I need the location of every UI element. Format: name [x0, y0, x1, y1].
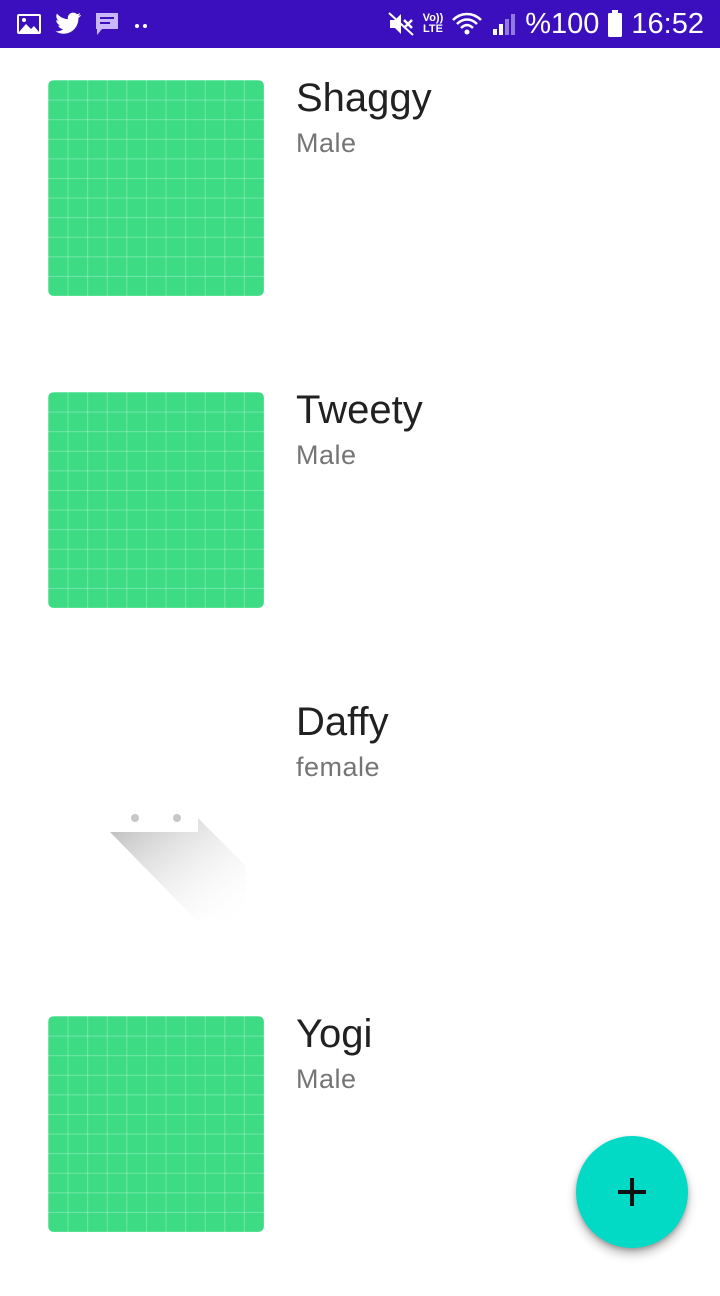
item-name: Shaggy: [296, 76, 432, 120]
more-dots-icon: [132, 12, 152, 36]
green-grid-thumbnail: [48, 80, 264, 296]
plus-icon: [618, 1178, 646, 1206]
battery-percent: %100: [525, 8, 600, 40]
green-grid-thumbnail: [48, 392, 264, 608]
system-icons: Vo)) LTE %100 16:52: [379, 6, 704, 42]
item-gender: Male: [296, 1064, 357, 1094]
character-list: Shaggy Male Tweety Male Daffy female Yog…: [0, 48, 720, 1280]
item-name: Yogi: [296, 1012, 373, 1056]
wifi-icon: [451, 11, 483, 37]
status-bar: Vo)) LTE %100 16:52: [0, 0, 720, 48]
twitter-icon: [54, 12, 82, 36]
item-gender: female: [296, 752, 381, 782]
volte-bottom-label: LTE: [422, 23, 443, 35]
volte-icon: Vo)) LTE: [423, 13, 444, 35]
mute-icon: [387, 11, 415, 37]
list-item[interactable]: Tweety Male: [0, 360, 720, 672]
clock: 16:52: [631, 8, 704, 40]
list-item[interactable]: Daffy female: [0, 672, 720, 984]
message-icon: [94, 11, 120, 37]
item-name: Tweety: [296, 388, 423, 432]
item-gender: Male: [296, 128, 357, 158]
battery-icon: [607, 10, 623, 38]
green-grid-thumbnail: [48, 1016, 264, 1232]
item-gender: Male: [296, 440, 357, 470]
item-name: Daffy: [296, 700, 389, 744]
add-button[interactable]: [576, 1136, 688, 1248]
list-item[interactable]: Shaggy Male: [0, 48, 720, 360]
broken-image-placeholder-icon: [48, 704, 264, 920]
signal-icon: [491, 11, 517, 37]
notification-icons: [16, 8, 164, 40]
gallery-icon: [16, 12, 42, 36]
